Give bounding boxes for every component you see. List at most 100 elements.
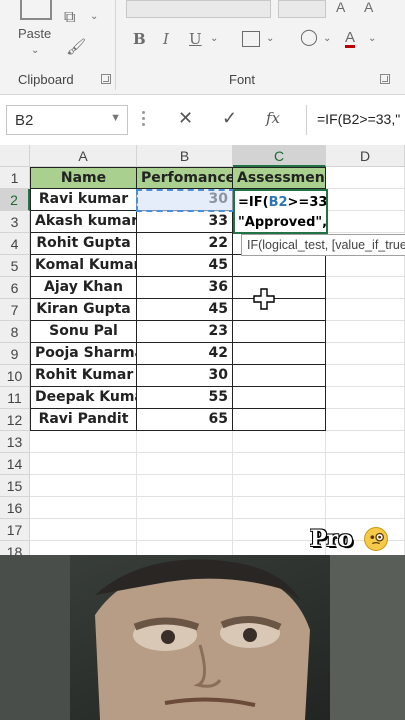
name-cell[interactable]: Akash kumar [30, 211, 137, 233]
assessment-cell[interactable] [233, 299, 326, 321]
format-painter-icon[interactable]: 🖌 [66, 40, 86, 56]
cell-c13[interactable] [233, 431, 326, 453]
assessment-cell[interactable] [233, 343, 326, 365]
row-header-11[interactable]: 11 [0, 387, 30, 409]
cell-a16[interactable] [30, 497, 137, 519]
cell-a13[interactable] [30, 431, 137, 453]
score-cell[interactable]: 65 [137, 409, 233, 431]
italic-button[interactable]: I [163, 30, 169, 48]
row-header-12[interactable]: 12 [0, 409, 30, 431]
row-header-6[interactable]: 6 [0, 277, 30, 299]
cancel-icon[interactable]: ✕ [178, 108, 193, 129]
row-header-13[interactable]: 13 [0, 431, 30, 453]
score-cell[interactable]: 45 [137, 299, 233, 321]
cell-d6[interactable] [326, 277, 405, 299]
drag-handle-icon[interactable] [142, 111, 146, 129]
underline-button[interactable]: U [189, 30, 202, 48]
row-header-17[interactable]: 17 [0, 519, 30, 541]
name-cell[interactable]: Rohit Kumar [30, 365, 137, 387]
chevron-down-icon[interactable]: ▼ [110, 112, 121, 124]
font-name-dropdown[interactable] [126, 0, 271, 18]
insert-function-icon[interactable]: fx [266, 109, 280, 127]
copy-icon[interactable]: ⧉ [64, 10, 75, 26]
cell-d12[interactable] [326, 409, 405, 431]
cell-b14[interactable] [137, 453, 233, 475]
cell-d8[interactable] [326, 321, 405, 343]
cell-d5[interactable] [326, 255, 405, 277]
row-header-8[interactable]: 8 [0, 321, 30, 343]
name-cell[interactable]: Ravi kumar [30, 189, 137, 211]
row-header-14[interactable]: 14 [0, 453, 30, 475]
score-cell[interactable]: 33 [137, 211, 233, 233]
chevron-down-icon[interactable]: ⌄ [31, 46, 39, 56]
bold-button[interactable]: B [133, 30, 146, 48]
cell-d13[interactable] [326, 431, 405, 453]
assessment-cell[interactable] [233, 321, 326, 343]
cell-d9[interactable] [326, 343, 405, 365]
enter-check-icon[interactable]: ✓ [222, 108, 237, 129]
column-header-b[interactable]: B [137, 145, 233, 167]
font-size-dropdown[interactable] [278, 0, 326, 18]
column-header-c[interactable]: C [233, 145, 326, 167]
cell-editor[interactable]: =IF(B2>=33, "Approved", [233, 189, 328, 234]
score-cell[interactable]: 55 [137, 387, 233, 409]
decrease-font-icon[interactable]: A [364, 0, 373, 14]
score-cell[interactable]: 45 [137, 255, 233, 277]
name-box[interactable]: B2 ▼ [6, 105, 128, 135]
cell-b17[interactable] [137, 519, 233, 541]
cell-a17[interactable] [30, 519, 137, 541]
row-header-4[interactable]: 4 [0, 233, 30, 255]
assessment-cell[interactable] [233, 387, 326, 409]
borders-icon[interactable] [242, 31, 260, 47]
chevron-down-icon[interactable]: ⌄ [210, 34, 218, 44]
row-header-3[interactable]: 3 [0, 211, 30, 233]
function-tooltip[interactable]: IF(logical_test, [value_if_true], [value… [241, 234, 405, 256]
name-cell[interactable]: Komal Kumari [30, 255, 137, 277]
name-cell[interactable]: Kiran Gupta [30, 299, 137, 321]
cell-d14[interactable] [326, 453, 405, 475]
assessment-cell[interactable] [233, 255, 326, 277]
score-cell[interactable]: 30 [137, 365, 233, 387]
name-cell[interactable]: Ravi Pandit [30, 409, 137, 431]
cell-c16[interactable] [233, 497, 326, 519]
cell-d3[interactable] [326, 211, 405, 233]
row-header-10[interactable]: 10 [0, 365, 30, 387]
cell-c14[interactable] [233, 453, 326, 475]
cell-d16[interactable] [326, 497, 405, 519]
cell-d7[interactable] [326, 299, 405, 321]
score-cell[interactable]: 36 [137, 277, 233, 299]
assessment-cell[interactable] [233, 365, 326, 387]
paste-button-label[interactable]: Paste [18, 26, 51, 41]
dialog-launcher-icon[interactable] [380, 74, 390, 84]
cell-d2[interactable] [326, 189, 405, 211]
dialog-launcher-icon[interactable] [101, 74, 111, 84]
chevron-down-icon[interactable]: ⌄ [90, 12, 98, 22]
row-header-1[interactable]: 1 [0, 167, 30, 189]
cell-a18[interactable] [30, 541, 137, 555]
cell-b13[interactable] [137, 431, 233, 453]
cell-a14[interactable] [30, 453, 137, 475]
row-header-5[interactable]: 5 [0, 255, 30, 277]
score-cell[interactable]: 42 [137, 343, 233, 365]
cell-c15[interactable] [233, 475, 326, 497]
score-cell[interactable]: 22 [137, 233, 233, 255]
assessment-cell[interactable] [233, 277, 326, 299]
chevron-down-icon[interactable]: ⌄ [266, 34, 274, 44]
cell-a15[interactable] [30, 475, 137, 497]
name-cell[interactable]: Rohit Gupta [30, 233, 137, 255]
paste-icon[interactable] [20, 0, 52, 20]
font-color-icon[interactable]: A [345, 30, 356, 48]
assessment-cell[interactable] [233, 409, 326, 431]
row-header-2[interactable]: 2 [0, 189, 30, 211]
header-cell-name[interactable]: Name [30, 167, 137, 189]
cell-d10[interactable] [326, 365, 405, 387]
row-header-7[interactable]: 7 [0, 299, 30, 321]
name-cell[interactable]: Ajay Khan [30, 277, 137, 299]
score-cell[interactable]: 23 [137, 321, 233, 343]
cell-d1[interactable] [326, 167, 405, 189]
column-header-d[interactable]: D [326, 145, 405, 167]
header-cell-performance[interactable]: Perfomance [137, 167, 233, 189]
header-cell-assessment[interactable]: Assessment [233, 167, 326, 189]
cell-b18[interactable] [137, 541, 233, 555]
name-cell[interactable]: Pooja Sharma [30, 343, 137, 365]
